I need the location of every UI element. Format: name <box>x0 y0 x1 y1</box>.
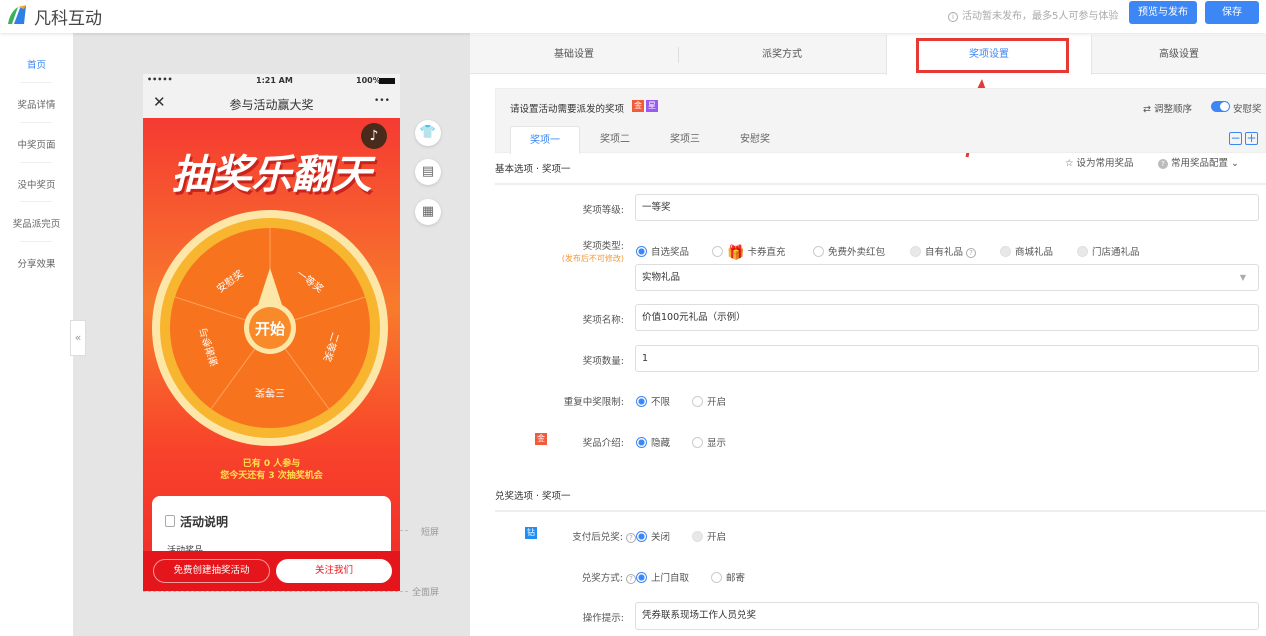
sidebar-item-sold-out-page[interactable]: 奖品派完页 <box>0 216 73 230</box>
reorder-button[interactable]: ⇄ 调整顺序 <box>1143 101 1192 115</box>
consolation-toggle[interactable] <box>1211 101 1230 112</box>
top-header: 凡科互动 i 活动暂未发布，最多5人可参与体验 预览与发布 保存 <box>0 0 1266 33</box>
follow-us-button[interactable]: 关注我们 <box>276 559 392 583</box>
chevron-down-icon: ▼ <box>1239 273 1246 282</box>
method-radio-pickup[interactable]: 上门自取 <box>636 570 689 584</box>
highlight-box <box>916 38 1069 73</box>
collapse-sidebar-button[interactable]: « <box>70 320 86 356</box>
bottom-action-bar: 免费创建抽奖活动 关注我们 <box>143 551 400 591</box>
participation-info: 已有 0 人参与 您今天还有 3 次抽奖机会 <box>220 459 323 481</box>
status-bar: ••••• 1:21 AM 100% <box>143 74 400 88</box>
prize-tab-1[interactable]: 奖项一 <box>510 126 580 154</box>
method-radio-mail[interactable]: 邮寄 <box>711 570 745 584</box>
help-icon: ? <box>626 574 636 584</box>
tab-basic[interactable]: 基础设置 <box>470 35 678 74</box>
phone-preview: ••••• 1:21 AM 100% ✕ 参与活动赢大奖 ••• ♪ 抽奖乐翻天… <box>143 74 400 591</box>
type-radio-coupon[interactable]: 🎁 卡券直充 <box>712 244 785 261</box>
type-radio-store-gift[interactable]: 门店通礼品 <box>1077 244 1140 258</box>
grid-icon[interactable]: ▦ <box>415 199 441 225</box>
prize-tabs-box: 请设置活动需要派发的奖项 金 星 ⇄ 调整顺序 安慰奖 奖项一 奖项二 奖项三 … <box>495 88 1266 154</box>
sidebar: 首页 奖品详情 中奖页面 没中奖页 奖品派完页 分享效果 <box>0 33 73 636</box>
common-prize-config-dropdown[interactable]: ? 常用奖品配置 ⌄ <box>1158 155 1239 169</box>
info-icon: i <box>948 12 958 22</box>
sidebar-item-share[interactable]: 分享效果 <box>0 256 73 270</box>
prize-tab-consolation[interactable]: 安慰奖 <box>720 126 790 154</box>
pay-radio-on[interactable]: 开启 <box>692 529 726 543</box>
wheel-segment-3: 三等奖 <box>255 386 285 399</box>
battery-icon <box>379 78 395 84</box>
repeat-radio-unlimited[interactable]: 不限 <box>636 394 670 408</box>
redeem-method-label: 兑奖方式:? <box>510 570 636 584</box>
more-icon[interactable]: ••• <box>374 96 390 106</box>
theme-icon[interactable]: 👕 <box>415 120 441 146</box>
tab-distribution[interactable]: 派奖方式 <box>678 35 886 74</box>
swap-icon: ⇄ <box>1143 104 1154 115</box>
prize-tab-3[interactable]: 奖项三 <box>650 126 720 154</box>
type-radio-mall-gift[interactable]: 商城礼品 <box>1000 244 1053 258</box>
basic-section-title: 基本选项 · 奖项一 <box>495 161 1266 185</box>
pay-radio-off[interactable]: 关闭 <box>636 529 670 543</box>
star-icon: ☆ <box>1065 158 1077 169</box>
activity-background: ♪ 抽奖乐翻天 安慰奖 一等奖 二等奖 三等奖 谢谢参与 开始 已有 0 人参与… <box>143 118 400 591</box>
help-icon: ? <box>966 248 977 258</box>
type-radio-takeaway[interactable]: 免费外卖红包 <box>813 244 885 258</box>
banner-title: 抽奖乐翻天 <box>171 152 372 198</box>
settings-tabs: 基础设置 派奖方式 奖项设置 高级设置 <box>470 35 1266 75</box>
type-radio-custom[interactable]: 自选奖品 <box>636 244 689 258</box>
sidebar-item-win-page[interactable]: 中奖页面 <box>0 137 73 151</box>
brand-name: 凡科互动 <box>34 9 102 29</box>
save-button[interactable]: 保存 <box>1205 1 1259 24</box>
tab-advanced[interactable]: 高级设置 <box>1092 35 1266 74</box>
phone-title-bar: ✕ 参与活动赢大奖 ••• <box>143 88 400 118</box>
lottery-wheel: 安慰奖 一等奖 二等奖 三等奖 谢谢参与 开始 <box>152 210 388 446</box>
phone-title: 参与活动赢大奖 <box>229 98 314 112</box>
sidebar-item-lose-page[interactable]: 没中奖页 <box>0 177 73 191</box>
prize-level-input[interactable]: 一等奖 <box>635 194 1259 221</box>
gold-badge: 金 <box>632 100 644 112</box>
prize-name-input[interactable]: 价值100元礼品（示例） <box>635 304 1259 331</box>
intro-radio-hide[interactable]: 隐藏 <box>636 435 670 449</box>
help-icon: ? <box>626 533 636 543</box>
star-badge: 星 <box>646 100 658 112</box>
repeat-radio-enable[interactable]: 开启 <box>692 394 726 408</box>
set-common-prize-button[interactable]: ☆ 设为常用奖品 <box>1065 155 1134 169</box>
document-icon <box>165 515 175 527</box>
publish-notice: i 活动暂未发布，最多5人可参与体验 <box>948 7 1118 22</box>
brand-logo-icon <box>8 5 26 24</box>
prize-subtype-select[interactable]: 实物礼品 ▼ <box>635 264 1259 291</box>
operation-tip-input[interactable]: 凭券联系现场工作人员兑奖 <box>635 602 1259 630</box>
type-radio-own-gift[interactable]: 自有礼品? <box>910 244 977 258</box>
settings-panel: 基础设置 派奖方式 奖项设置 高级设置 请设置活动需要派发的奖项 金 星 ⇄ 调… <box>470 33 1266 636</box>
start-button[interactable]: 开始 <box>255 320 285 338</box>
create-activity-button[interactable]: 免费创建抽奖活动 <box>153 559 270 583</box>
preview-publish-button[interactable]: 预览与发布 <box>1129 1 1197 24</box>
pay-redeem-label: 支付后兑奖:? <box>510 529 636 543</box>
sidebar-item-prize-detail[interactable]: 奖品详情 <box>0 97 73 111</box>
remove-prize-button[interactable]: − <box>1229 132 1242 145</box>
prize-tab-2[interactable]: 奖项二 <box>580 126 650 154</box>
sidebar-item-home[interactable]: 首页 <box>0 57 73 71</box>
intro-radio-show[interactable]: 显示 <box>692 435 726 449</box>
full-screen-guide <box>143 591 408 592</box>
page-icon[interactable]: ▤ <box>415 159 441 185</box>
full-screen-label: 全面屏 <box>412 588 440 598</box>
add-prize-button[interactable]: + <box>1245 132 1258 145</box>
redeem-section-title: 兑奖选项 · 奖项一 <box>495 488 1266 512</box>
short-screen-label: 短屏 <box>421 528 440 538</box>
gift-icon: 🎁 <box>727 245 745 261</box>
prize-quantity-input[interactable]: 1 <box>635 345 1259 372</box>
